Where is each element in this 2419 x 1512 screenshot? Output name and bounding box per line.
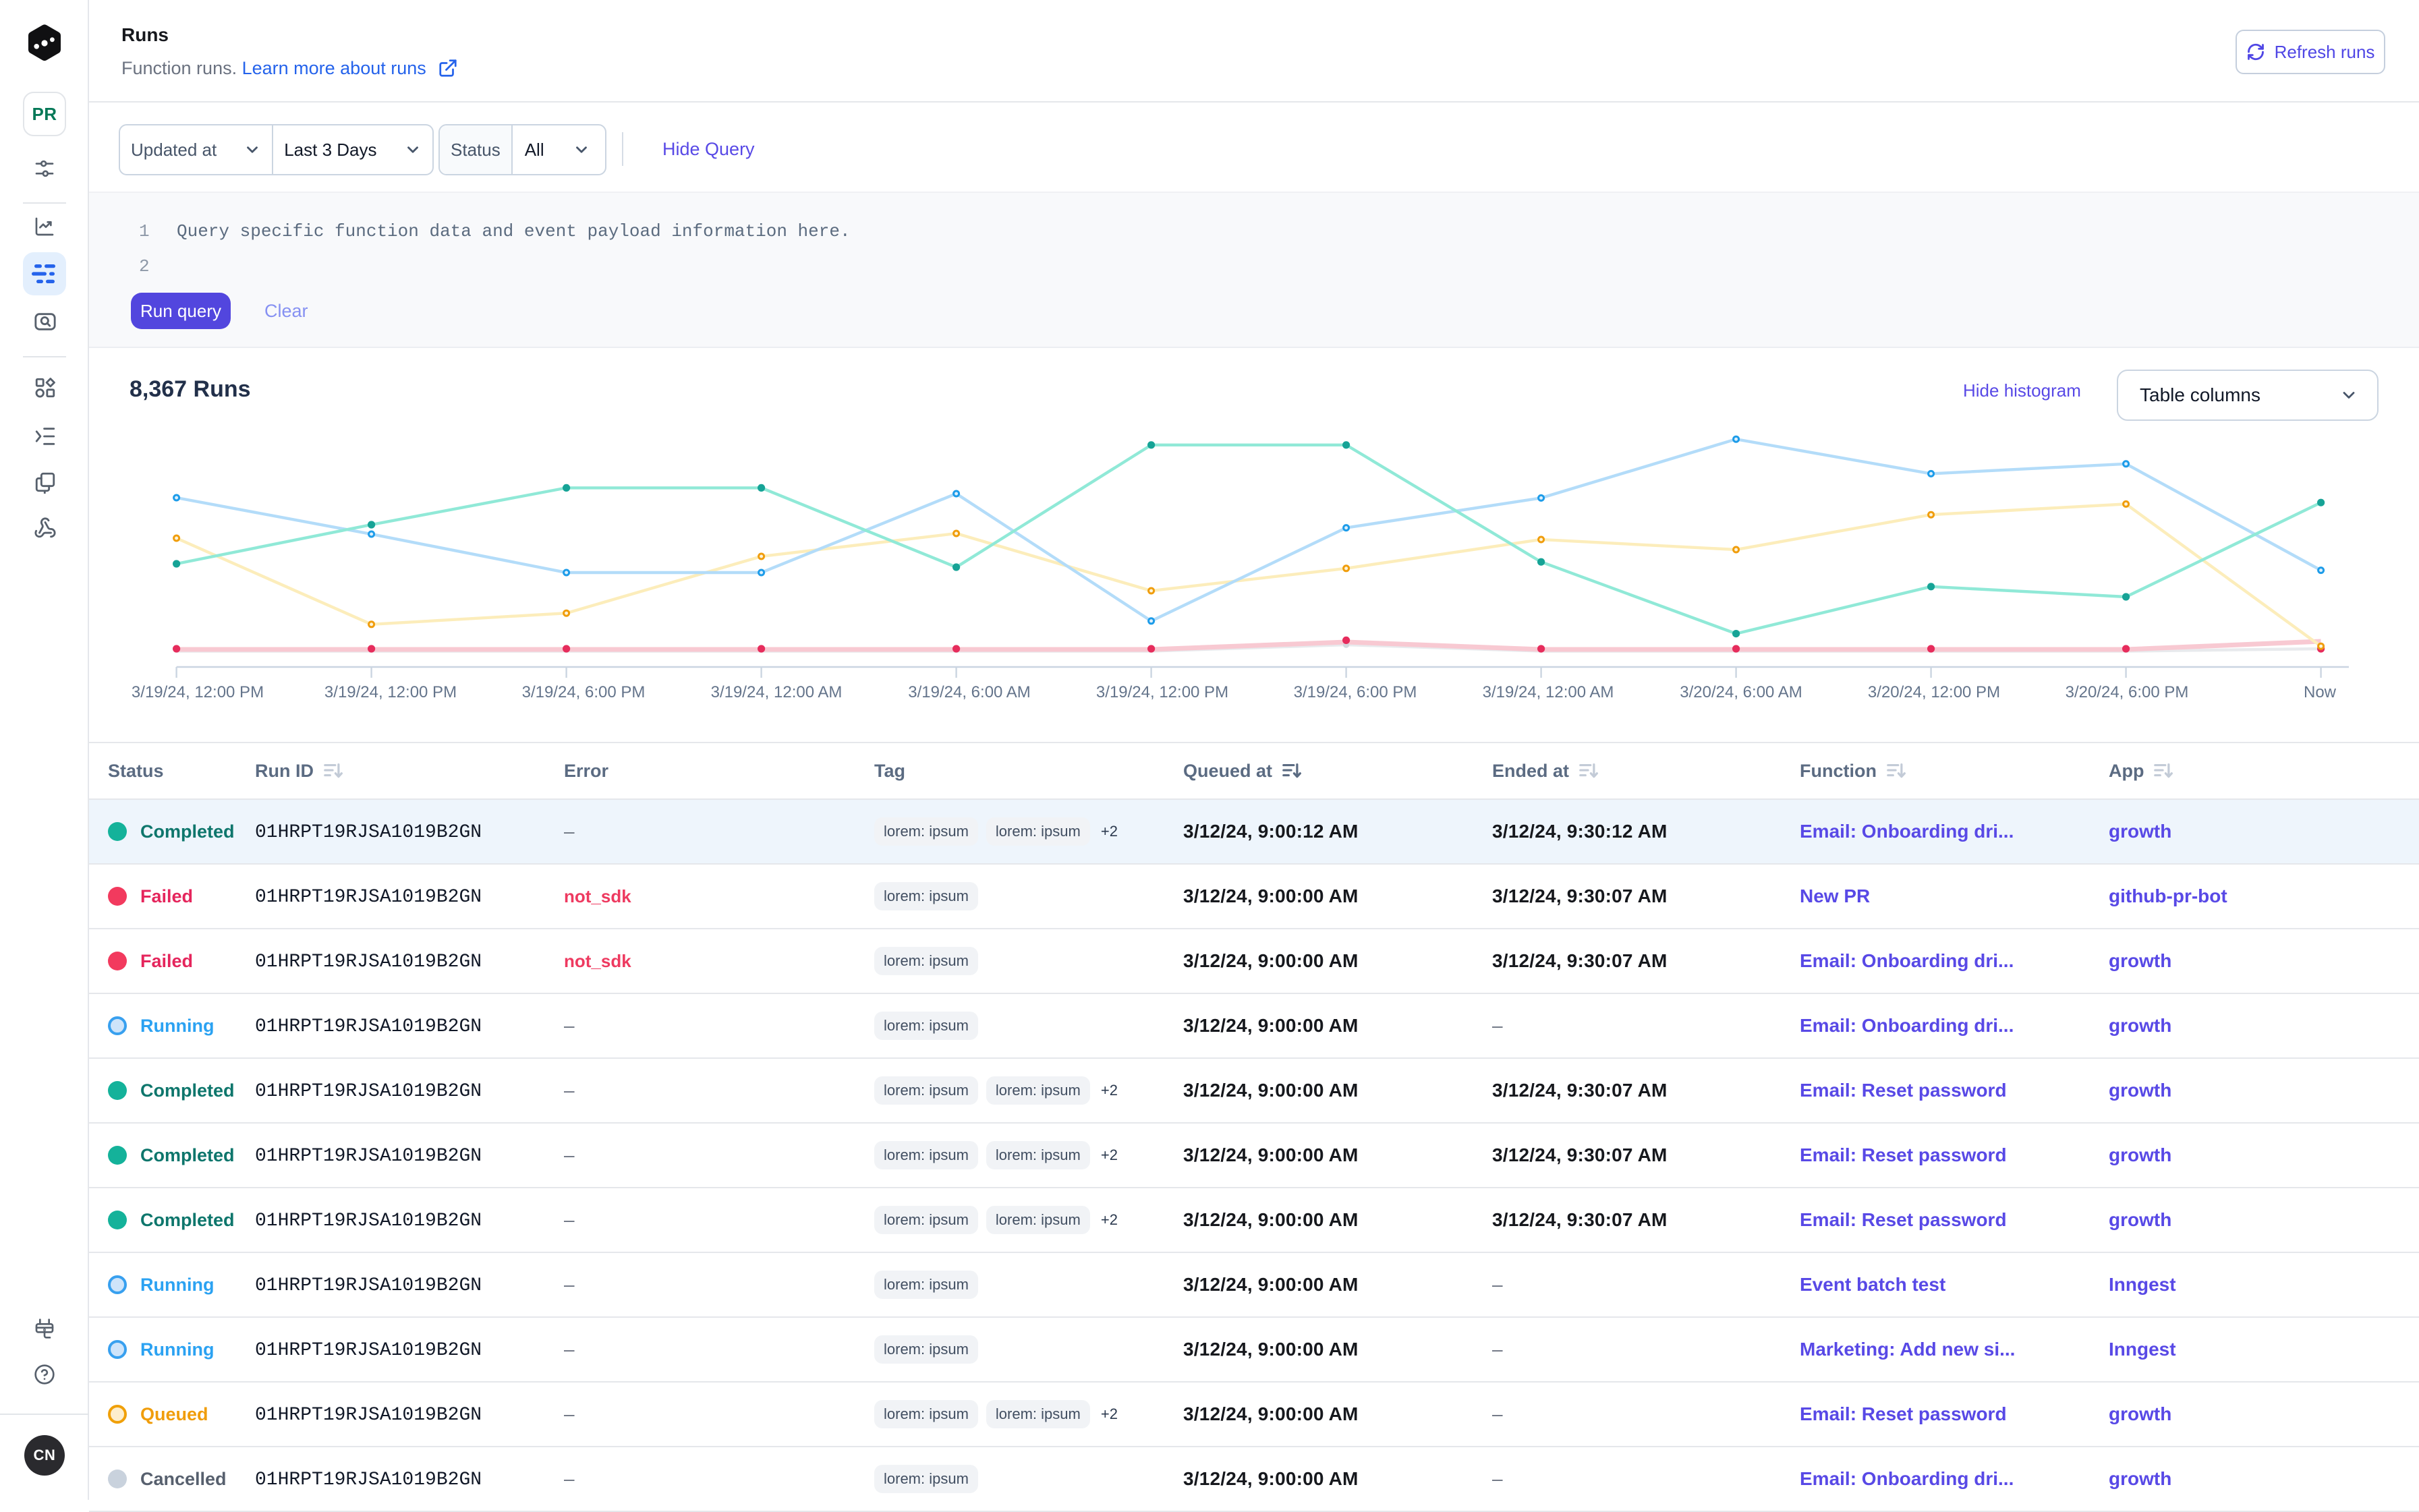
- svg-text:3/20/24, 6:00 PM: 3/20/24, 6:00 PM: [2066, 683, 2189, 701]
- svg-text:3/19/24, 6:00 AM: 3/19/24, 6:00 AM: [908, 683, 1030, 701]
- svg-text:Now: Now: [2304, 683, 2337, 701]
- svg-text:3/20/24, 6:00 AM: 3/20/24, 6:00 AM: [1680, 683, 1802, 701]
- svg-text:3/19/24, 12:00 PM: 3/19/24, 12:00 PM: [324, 683, 457, 701]
- svg-text:3/19/24, 6:00 PM: 3/19/24, 6:00 PM: [1294, 683, 1417, 701]
- svg-text:3/19/24, 12:00 PM: 3/19/24, 12:00 PM: [132, 683, 264, 701]
- svg-text:3/20/24, 12:00 PM: 3/20/24, 12:00 PM: [1868, 683, 2000, 701]
- svg-text:3/19/24, 12:00 AM: 3/19/24, 12:00 AM: [1483, 683, 1614, 701]
- svg-text:3/19/24, 6:00 PM: 3/19/24, 6:00 PM: [522, 683, 646, 701]
- svg-text:3/19/24, 12:00 PM: 3/19/24, 12:00 PM: [1096, 683, 1228, 701]
- svg-text:3/19/24, 12:00 AM: 3/19/24, 12:00 AM: [711, 683, 843, 701]
